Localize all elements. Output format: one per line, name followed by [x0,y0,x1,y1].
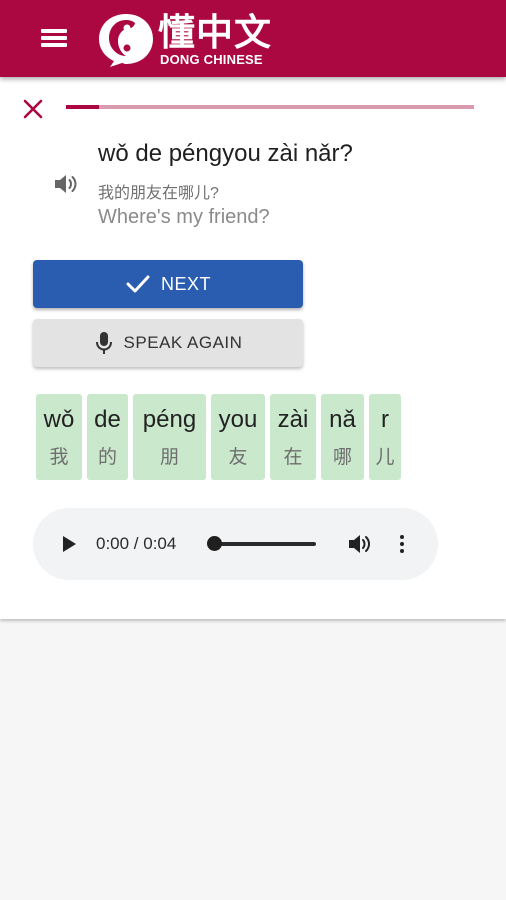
word-tile[interactable]: nǎ 哪 [321,394,364,480]
word-hanzi: 儿 [375,447,395,468]
audio-time: 0:00 / 0:04 [96,534,177,553]
close-icon[interactable] [20,96,46,122]
word-pinyin: nǎ [329,406,356,433]
next-button-label: NEXT [160,273,211,294]
sentence-hanzi: 我的朋友在哪儿? [98,185,219,202]
menu-icon[interactable] [38,25,70,53]
word-hanzi: 友 [228,447,248,468]
word-pinyin: zài [277,406,309,433]
word-pinyin: péng [142,406,197,433]
word-hanzi: 朋 [159,447,179,468]
word-tile[interactable]: zài 在 [270,394,316,480]
word-tile[interactable]: de 的 [87,394,128,480]
next-button[interactable]: NEXT [33,260,303,308]
lesson-progress-bar [66,105,474,109]
word-hanzi: 哪 [332,447,352,468]
more-vert-icon[interactable] [394,532,410,556]
word-pinyin: de [94,406,121,433]
microphone-icon [95,332,112,354]
word-hanzi: 我 [49,447,69,468]
word-pinyin: r [381,406,389,433]
speaker-icon[interactable] [52,171,80,197]
word-hanzi: 的 [97,447,117,468]
speak-again-label: SPEAK AGAIN [123,333,243,352]
audio-seek-handle[interactable] [207,536,222,551]
word-pinyin: you [218,406,258,433]
sentence-translation: Where's my friend? [98,206,270,228]
logo-chinese-text: 懂中文 [158,11,272,54]
word-pinyin: wǒ [43,406,75,433]
check-icon [126,275,150,293]
logo-english-text: DONG CHINESE [160,52,263,67]
app-logo[interactable]: 懂中文 DONG CHINESE [96,8,276,70]
speak-again-button[interactable]: SPEAK AGAIN [33,319,303,367]
word-tile[interactable]: wǒ 我 [36,394,82,480]
word-tile[interactable]: péng 朋 [133,394,206,480]
word-tile[interactable]: r 儿 [369,394,401,480]
word-hanzi: 在 [283,447,303,468]
word-tile[interactable]: you 友 [211,394,265,480]
audio-seek-bar[interactable] [214,542,316,546]
play-icon[interactable] [60,535,78,553]
lesson-progress-fill [66,105,99,109]
app-bar: 懂中文 DONG CHINESE [0,0,506,77]
logo-icon [99,14,153,67]
audio-player: 0:00 / 0:04 [33,508,438,580]
sentence-pinyin: wǒ de péngyou zài nǎr? [98,140,353,167]
volume-icon[interactable] [347,532,373,556]
